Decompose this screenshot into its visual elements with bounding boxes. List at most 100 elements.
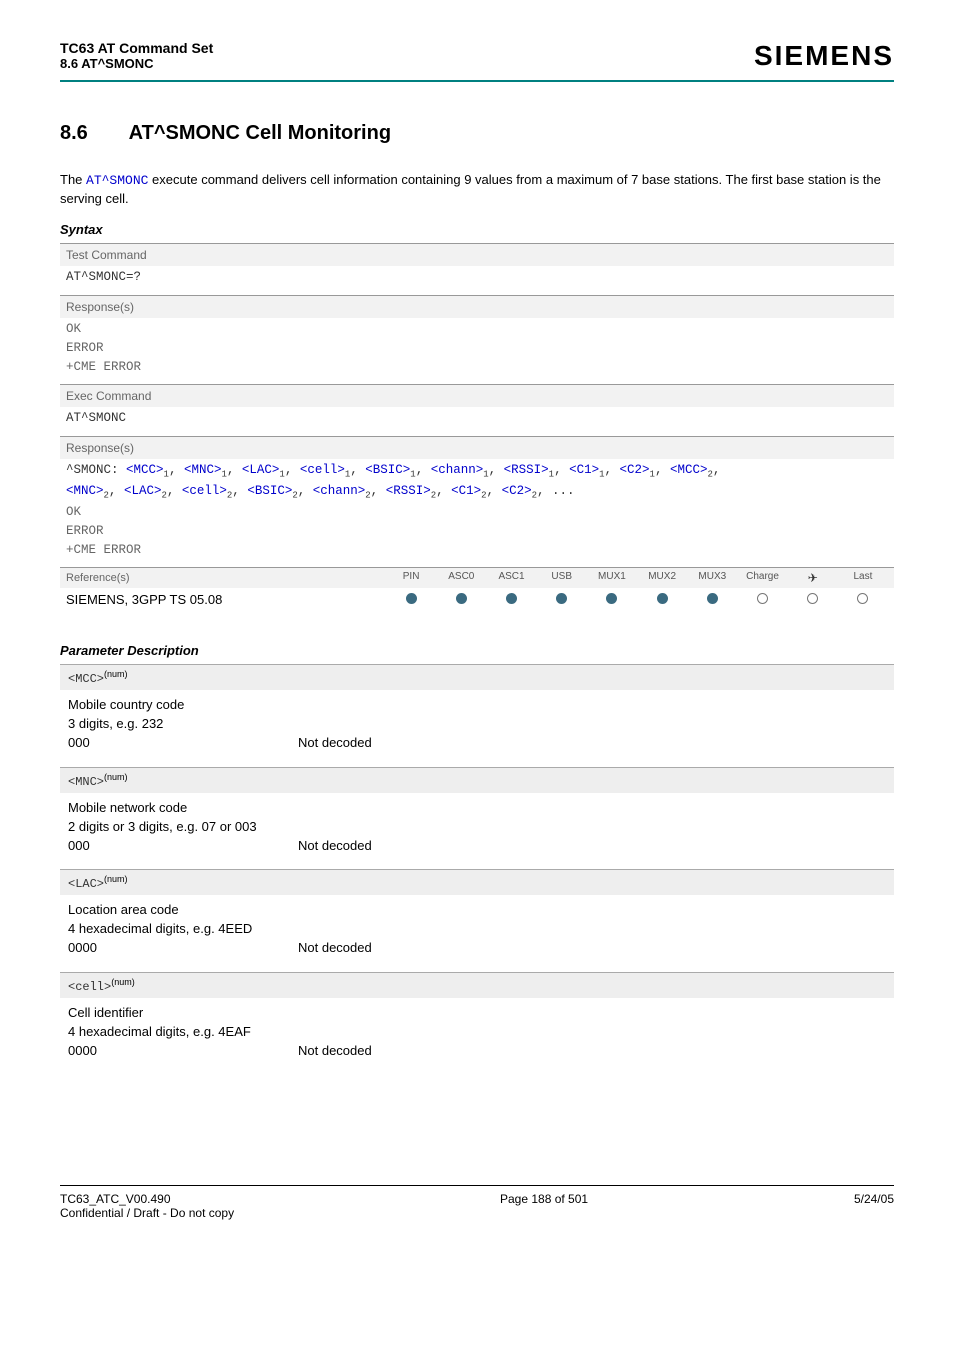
section-title-text: AT^SMONC Cell Monitoring: [129, 122, 391, 144]
dot-empty-icon: [857, 593, 868, 604]
header-rule: [60, 80, 894, 82]
param-line: Mobile country code: [68, 696, 886, 715]
resp-cme: +CME ERROR: [66, 358, 888, 377]
param-link[interactable]: <chann>: [313, 484, 366, 498]
param-link[interactable]: <cell>: [300, 463, 345, 477]
param-kv-key: 000: [68, 734, 298, 753]
param-kv-row: 0000Not decoded: [68, 939, 886, 958]
param-link[interactable]: <MCC>: [126, 463, 164, 477]
param-line: Mobile network code: [68, 799, 886, 818]
param-link[interactable]: <RSSI>: [386, 484, 431, 498]
resp-error: ERROR: [66, 339, 888, 358]
param-kv-key: 000: [68, 837, 298, 856]
dot-filled-icon: [707, 593, 718, 604]
reference-text: SIEMENS, 3GPP TS 05.08: [66, 592, 386, 607]
reference-header-row: Reference(s) PINASC0ASC1USBMUX1MUX2MUX3C…: [60, 567, 894, 588]
param-header: <MNC>(num): [60, 767, 894, 793]
param-link[interactable]: <C1>: [451, 484, 481, 498]
exec-response-line1: ^SMONC: <MCC>1, <MNC>1, <LAC>1, <cell>1,…: [66, 461, 888, 482]
section-heading: 8.6 AT^SMONC Cell Monitoring: [60, 122, 894, 145]
test-responses-body: OK ERROR +CME ERROR: [60, 318, 894, 384]
param-link[interactable]: <BSIC>: [247, 484, 292, 498]
param-kv-row: 0000Not decoded: [68, 1042, 886, 1061]
ref-dot-cell: [587, 592, 637, 607]
footer-doc-id: TC63_ATC_V00.490: [60, 1192, 234, 1206]
param-link[interactable]: <RSSI>: [504, 463, 549, 477]
ref-dot-cell: [486, 592, 536, 607]
param-link[interactable]: <chann>: [431, 463, 484, 477]
ref-col-header: Charge: [737, 571, 787, 585]
doc-subtitle: 8.6 AT^SMONC: [60, 56, 213, 71]
param-sup: (num): [104, 874, 128, 884]
intro-command-link[interactable]: AT^SMONC: [86, 173, 148, 188]
exec-responses-label: Response(s): [60, 436, 894, 459]
exec-command-label: Exec Command: [60, 384, 894, 407]
param-tag: <MNC>: [68, 775, 104, 789]
param-line: 4 hexadecimal digits, e.g. 4EAF: [68, 1023, 886, 1042]
syntax-label: Syntax: [60, 222, 894, 237]
ref-col-header: Last: [838, 571, 888, 585]
ref-col-header: ✈: [788, 571, 838, 585]
param-link[interactable]: <C1>: [569, 463, 599, 477]
param-tag: <LAC>: [68, 877, 104, 891]
footer-confidential: Confidential / Draft - Do not copy: [60, 1206, 234, 1220]
ref-col-header: ASC1: [486, 571, 536, 585]
param-desc-label: Parameter Description: [60, 643, 894, 658]
airplane-icon: ✈: [808, 571, 818, 585]
ref-col-header: PIN: [386, 571, 436, 585]
param-link[interactable]: <MCC>: [670, 463, 708, 477]
param-body: Location area code4 hexadecimal digits, …: [60, 895, 894, 972]
param-body: Mobile country code3 digits, e.g. 232000…: [60, 690, 894, 767]
dot-filled-icon: [406, 593, 417, 604]
reference-columns: PINASC0ASC1USBMUX1MUX2MUX3Charge✈Last: [386, 571, 888, 585]
ref-dot-cell: [537, 592, 587, 607]
header-left: TC63 AT Command Set 8.6 AT^SMONC: [60, 40, 213, 71]
ref-col-header: MUX3: [687, 571, 737, 585]
dot-empty-icon: [757, 593, 768, 604]
ref-col-header: MUX1: [587, 571, 637, 585]
param-sup: (num): [104, 772, 128, 782]
param-link[interactable]: <BSIC>: [365, 463, 410, 477]
param-kv-val: Not decoded: [298, 939, 372, 958]
dot-empty-icon: [807, 593, 818, 604]
exec-resp-ok: OK: [66, 503, 888, 522]
intro-paragraph: The AT^SMONC execute command delivers ce…: [60, 171, 894, 208]
param-link[interactable]: <MNC>: [66, 484, 104, 498]
ref-col-header: ASC0: [436, 571, 486, 585]
param-header: <cell>(num): [60, 972, 894, 998]
param-link[interactable]: <LAC>: [124, 484, 162, 498]
param-link[interactable]: <cell>: [182, 484, 227, 498]
param-link[interactable]: <C2>: [620, 463, 650, 477]
dot-filled-icon: [456, 593, 467, 604]
dot-filled-icon: [556, 593, 567, 604]
exec-command-body: AT^SMONC: [60, 407, 894, 436]
ref-dot-cell: [737, 592, 787, 607]
dot-filled-icon: [606, 593, 617, 604]
reference-dots: [386, 592, 888, 607]
ref-dot-cell: [386, 592, 436, 607]
footer-page: Page 188 of 501: [500, 1192, 588, 1220]
param-kv-key: 0000: [68, 1042, 298, 1061]
exec-resp-error: ERROR: [66, 522, 888, 541]
param-kv-val: Not decoded: [298, 734, 372, 753]
param-link[interactable]: <MNC>: [184, 463, 222, 477]
intro-prefix: The: [60, 172, 86, 187]
page-header: TC63 AT Command Set 8.6 AT^SMONC SIEMENS: [60, 40, 894, 72]
param-line: Location area code: [68, 901, 886, 920]
reference-body-row: SIEMENS, 3GPP TS 05.08: [60, 588, 894, 617]
test-command-label: Test Command: [60, 243, 894, 266]
param-link[interactable]: <C2>: [502, 484, 532, 498]
param-line: 4 hexadecimal digits, e.g. 4EED: [68, 920, 886, 939]
param-line: Cell identifier: [68, 1004, 886, 1023]
ref-dot-cell: [637, 592, 687, 607]
param-link[interactable]: <LAC>: [242, 463, 280, 477]
param-tag: <MCC>: [68, 672, 104, 686]
footer-left: TC63_ATC_V00.490 Confidential / Draft - …: [60, 1192, 234, 1220]
param-kv-row: 000Not decoded: [68, 837, 886, 856]
doc-title: TC63 AT Command Set: [60, 40, 213, 56]
exec-resp-cme: +CME ERROR: [66, 541, 888, 560]
footer-date: 5/24/05: [854, 1192, 894, 1220]
ref-dot-cell: [687, 592, 737, 607]
param-tag: <cell>: [68, 980, 111, 994]
param-kv-val: Not decoded: [298, 1042, 372, 1061]
